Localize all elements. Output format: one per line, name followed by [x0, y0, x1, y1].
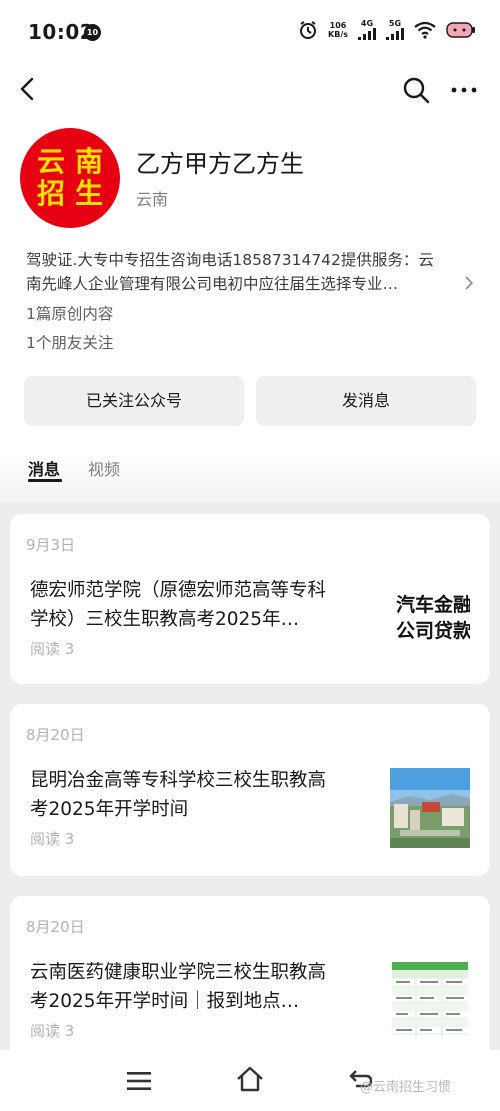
article-date: 8月20日: [26, 918, 85, 936]
home-icon[interactable]: [234, 1064, 266, 1094]
description-line: 南先峰人企业管理有限公司电初中应往届生选择专业…: [26, 275, 399, 293]
article-title-line: 德宏师范学院（原德宏师范高等专科: [30, 580, 327, 601]
article-card[interactable]: 8月20日 云南医药健康职业学院三校生职教高 考2025年开学时间｜报到地点… …: [10, 896, 490, 1066]
system-nav-bar: @云南招生习惯: [0, 1050, 500, 1111]
campus-photo-thumbnail[interactable]: [390, 768, 470, 848]
logo-char: 云: [36, 145, 65, 178]
article-read-count: 阅读 3: [30, 640, 75, 658]
battery-icon: [446, 22, 475, 38]
cell-signal-1: 4G: [358, 20, 376, 40]
article-title-line: 云南医药健康职业学院三校生职教高: [30, 962, 327, 983]
profile-section: 云 南 招 生 乙方甲方乙方生 云南 驾驶证.大专中专招生咨询电话1858731…: [0, 116, 500, 452]
article-title-line: 考2025年开学时间: [30, 799, 189, 820]
thumbnail-text: 公司贷款: [396, 620, 470, 642]
original-content-count[interactable]: 1篇原创内容: [26, 302, 113, 324]
article-read-count: 阅读 3: [30, 830, 75, 848]
content-tabs: 消息 视频: [0, 452, 500, 502]
article-date: 9月3日: [26, 536, 76, 554]
back-button[interactable]: [14, 74, 44, 104]
article-title-line: 考2025年开学时间｜报到地点…: [30, 991, 300, 1012]
article-card[interactable]: 9月3日 德宏师范学院（原德宏师范高等专科 学校）三校生职教高考2025年… 阅…: [10, 514, 490, 684]
tab-videos[interactable]: 视频: [88, 456, 120, 480]
thumbnail-text: 汽车金融: [396, 594, 470, 616]
net-speed: 106 KB/s: [328, 21, 348, 39]
signal-bars-icon: [386, 28, 404, 40]
article-read-count: 阅读 3: [30, 1022, 75, 1040]
article-title-line: 昆明冶金高等专科学校三校生职教高: [30, 770, 327, 791]
article-title[interactable]: 昆明冶金高等专科学校三校生职教高 考2025年开学时间: [30, 766, 376, 824]
article-card[interactable]: 8月20日 昆明冶金高等专科学校三校生职教高 考2025年开学时间 阅读 3: [10, 704, 490, 876]
account-avatar[interactable]: 云 南 招 生: [20, 128, 120, 228]
signal-2-label: 5G: [388, 19, 402, 28]
followed-button[interactable]: 已关注公众号: [24, 376, 244, 426]
table-document-thumbnail[interactable]: [390, 960, 470, 1040]
cell-signal-2: 5G: [386, 20, 404, 40]
logo-char: 生: [74, 177, 103, 210]
signal-1-label: 4G: [360, 19, 374, 28]
logo-char: 南: [74, 145, 103, 178]
status-bar: 10:02 10 106 KB/s 4G 5G: [0, 0, 500, 64]
more-button[interactable]: [448, 74, 480, 106]
alarm-icon: [300, 21, 317, 39]
search-button[interactable]: [400, 74, 432, 106]
description-line: 驾驶证.大专中专招生咨询电话18587314742提供服务：云: [26, 251, 434, 269]
avatar-logo-text: 云 南 招 生: [32, 146, 108, 210]
menu-icon[interactable]: [124, 1068, 154, 1094]
account-description[interactable]: 驾驶证.大专中专招生咨询电话18587314742提供服务：云 南先峰人企业管理…: [26, 248, 466, 296]
logo-char: 招: [36, 177, 65, 210]
status-indicators: 106 KB/s 4G 5G: [298, 20, 476, 40]
top-nav: [0, 64, 500, 116]
net-speed-unit: KB/s: [328, 30, 348, 39]
chevron-right-icon[interactable]: [462, 276, 476, 290]
signal-bars-icon: [358, 28, 376, 40]
net-speed-value: 106: [329, 21, 347, 30]
article-title[interactable]: 云南医药健康职业学院三校生职教高 考2025年开学时间｜报到地点…: [30, 958, 376, 1016]
article-thumbnail[interactable]: 汽车金融 公司贷款: [390, 578, 470, 658]
send-message-button[interactable]: 发消息: [256, 376, 476, 426]
account-name: 乙方甲方乙方生: [136, 150, 304, 178]
article-date: 8月20日: [26, 726, 85, 744]
tab-messages[interactable]: 消息: [28, 456, 60, 480]
watermark: @云南招生习惯: [360, 1080, 452, 1095]
account-region: 云南: [136, 190, 169, 209]
friends-following-count[interactable]: 1个朋友关注: [26, 331, 113, 353]
article-title[interactable]: 德宏师范学院（原德宏师范高等专科 学校）三校生职教高考2025年…: [30, 576, 376, 634]
article-title-line: 学校）三校生职教高考2025年…: [30, 609, 300, 630]
active-tab-indicator: [28, 479, 62, 482]
notification-badge: 10: [84, 24, 101, 41]
wifi-icon: [414, 21, 436, 39]
